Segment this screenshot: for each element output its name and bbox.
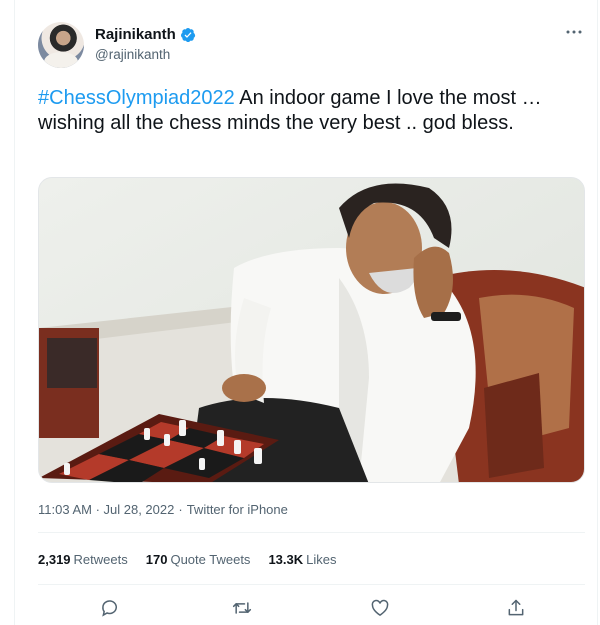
retweet-icon[interactable]: [230, 596, 254, 620]
photo-illustration: [39, 178, 584, 482]
tweet-header: Rajinikanth @rajinikanth: [38, 20, 588, 70]
reply-icon[interactable]: [98, 596, 122, 620]
more-options-icon[interactable]: [562, 22, 586, 42]
quote-tweets-stat[interactable]: 170 Quote Tweets: [146, 552, 251, 567]
tweet-photo[interactable]: [38, 177, 585, 483]
likes-stat[interactable]: 13.3K Likes: [268, 552, 336, 567]
column-border-right: [597, 0, 598, 625]
tweet-actions: [38, 596, 585, 620]
tweet-timestamp[interactable]: 11:03 AM · Jul 28, 2022: [38, 502, 174, 517]
meta-separator: ·: [178, 502, 183, 517]
avatar-figure: [44, 52, 78, 68]
avatar[interactable]: [38, 22, 84, 68]
share-icon[interactable]: [504, 596, 528, 620]
retweets-label: Retweets: [73, 552, 128, 567]
column-border-left: [14, 0, 15, 625]
engagement-stats: 2,319 Retweets 170 Quote Tweets 13.3K Likes: [38, 552, 337, 567]
quotes-label: Quote Tweets: [170, 552, 251, 567]
tweet-text: #ChessOlympiad2022 An indoor game I love…: [38, 86, 583, 136]
likes-count: 13.3K: [268, 552, 304, 567]
divider: [38, 584, 585, 585]
tweet-source[interactable]: Twitter for iPhone: [187, 502, 288, 517]
tweet-metadata: 11:03 AM · Jul 28, 2022 · Twitter for iP…: [38, 502, 288, 517]
quotes-count: 170: [145, 552, 168, 567]
verified-badge-icon: [180, 27, 196, 43]
hashtag-link[interactable]: #ChessOlympiad2022: [38, 87, 235, 109]
retweets-count: 2,319: [38, 552, 71, 567]
divider: [38, 532, 585, 533]
author-display-name[interactable]: Rajinikanth: [95, 26, 176, 43]
retweets-stat[interactable]: 2,319 Retweets: [38, 552, 128, 567]
like-icon[interactable]: [368, 596, 392, 620]
likes-label: Likes: [306, 552, 337, 567]
author-name-row: Rajinikanth: [95, 26, 196, 43]
author-handle[interactable]: @rajinikanth: [95, 47, 170, 62]
